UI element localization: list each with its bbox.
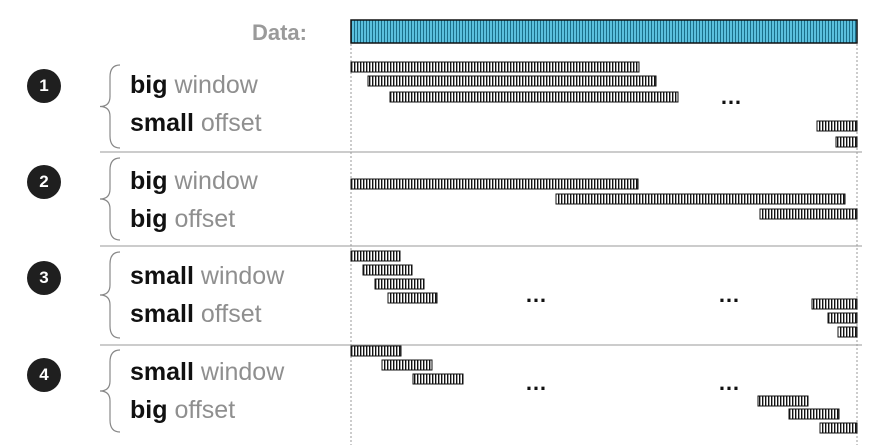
window-bar-4-1 xyxy=(350,345,402,357)
window-bar-1-4 xyxy=(816,120,858,132)
window-bar-1-2 xyxy=(367,75,657,87)
window-bar-3-5 xyxy=(811,298,858,310)
data-label: Data: xyxy=(251,20,307,45)
curly-brace-3 xyxy=(99,251,121,339)
window-bar-3-7 xyxy=(837,326,858,338)
window-bar-3-1 xyxy=(350,250,401,262)
scenario-3-line1: small window xyxy=(130,262,284,290)
scenario-4-line2-rest: offset xyxy=(167,396,236,424)
window-bar-3-3 xyxy=(374,278,425,290)
scenario-badge-1: 1 xyxy=(27,69,61,103)
window-bar-2-1 xyxy=(350,178,639,190)
window-bar-1-1 xyxy=(350,61,640,73)
scenario-4-line1-bold: small xyxy=(130,358,194,386)
window-bar-3-2 xyxy=(362,264,413,276)
window-bar-4-3 xyxy=(412,373,464,385)
scenario-4-line2: big offset xyxy=(130,396,235,424)
ellipsis-1-1: … xyxy=(720,84,743,109)
scenario-2-line1: big window xyxy=(130,167,258,195)
scenario-3-line2-rest: offset xyxy=(193,300,262,328)
scenario-3-line2: small offset xyxy=(130,300,262,328)
window-bar-3-4 xyxy=(387,292,438,304)
window-bar-4-6 xyxy=(819,422,858,434)
scenario-2-line2: big offset xyxy=(130,205,235,233)
scenario-3-line2-bold: small xyxy=(130,300,194,328)
window-bar-1-5 xyxy=(835,136,858,148)
scenario-1-line1-rest: window xyxy=(167,71,258,99)
scenario-3-line1-bold: small xyxy=(130,262,194,290)
scenario-2-line2-bold: big xyxy=(130,205,168,233)
window-bar-3-6 xyxy=(827,312,858,324)
ellipsis-4-2: … xyxy=(718,370,741,395)
window-bar-1-3 xyxy=(389,91,679,103)
ellipsis-3-2: … xyxy=(718,282,741,307)
window-bar-4-2 xyxy=(381,359,433,371)
scenario-1-line2-bold: small xyxy=(130,109,194,137)
scenario-1-line2-rest: offset xyxy=(193,109,262,137)
scenario-badge-2: 2 xyxy=(27,165,61,199)
curly-brace-2 xyxy=(99,157,121,241)
scenario-2-line2-rest: offset xyxy=(167,205,236,233)
scenario-4-line1: small window xyxy=(130,358,284,386)
data-bar xyxy=(350,19,858,44)
scenario-4-line1-rest: window xyxy=(193,358,285,386)
scenario-2-line1-bold: big xyxy=(130,167,168,195)
scenario-1-line1: big window xyxy=(130,71,258,99)
window-bar-4-4 xyxy=(757,395,809,407)
scenario-badge-3: 3 xyxy=(27,261,61,295)
window-bar-2-2 xyxy=(555,193,846,205)
ellipsis-3-1: … xyxy=(525,282,548,307)
curly-brace-4 xyxy=(99,349,121,433)
scenario-3-line1-rest: window xyxy=(193,262,285,290)
scenario-4-line2-bold: big xyxy=(130,396,168,424)
scenario-1-line2: small offset xyxy=(130,109,262,137)
window-bar-2-3 xyxy=(759,208,858,220)
window-bar-4-5 xyxy=(788,408,840,420)
ellipsis-4-1: … xyxy=(525,370,548,395)
scenario-badge-4: 4 xyxy=(27,358,61,392)
scenario-2-line1-rest: window xyxy=(167,167,258,195)
curly-brace-1 xyxy=(99,64,121,149)
scenario-1-line1-bold: big xyxy=(130,71,168,99)
